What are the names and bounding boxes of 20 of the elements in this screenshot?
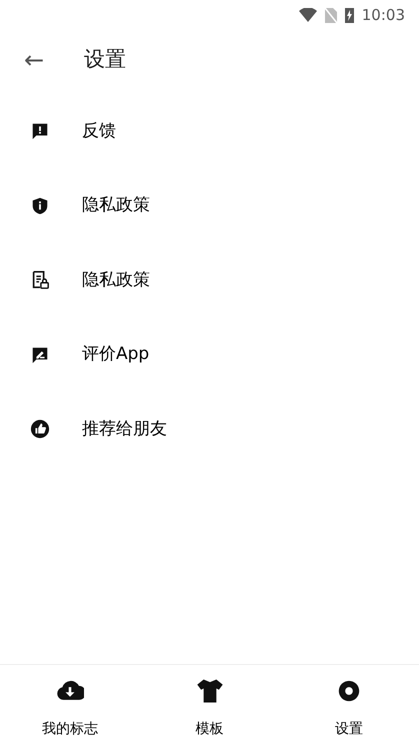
shirt-icon [196, 677, 224, 705]
document-lock-icon [30, 270, 50, 290]
clock: 10:03 [362, 4, 405, 26]
nav-tab[interactable]: 我的标志 [0, 665, 140, 744]
settings-item[interactable]: 隐私政策 [0, 243, 419, 318]
battery-charging-icon [344, 7, 354, 23]
rate-icon [30, 344, 50, 365]
settings-item[interactable]: 隐私政策 [0, 168, 419, 243]
feedback-icon [30, 121, 50, 142]
nav-tab[interactable]: 设置 [279, 665, 419, 744]
shield-icon [30, 196, 50, 216]
nav-tab[interactable]: 模板 [140, 665, 280, 744]
settings-item[interactable]: 反馈 [0, 94, 419, 168]
wifi-icon [298, 8, 317, 22]
settings-item[interactable]: 推荐给朋友 [0, 392, 419, 466]
thumbs-up-icon [30, 419, 50, 440]
settings-item[interactable]: 评价App [0, 318, 419, 392]
page-title: 设置 [84, 46, 126, 74]
no-sim-icon [324, 8, 337, 22]
back-button[interactable]: ← [20, 48, 48, 72]
